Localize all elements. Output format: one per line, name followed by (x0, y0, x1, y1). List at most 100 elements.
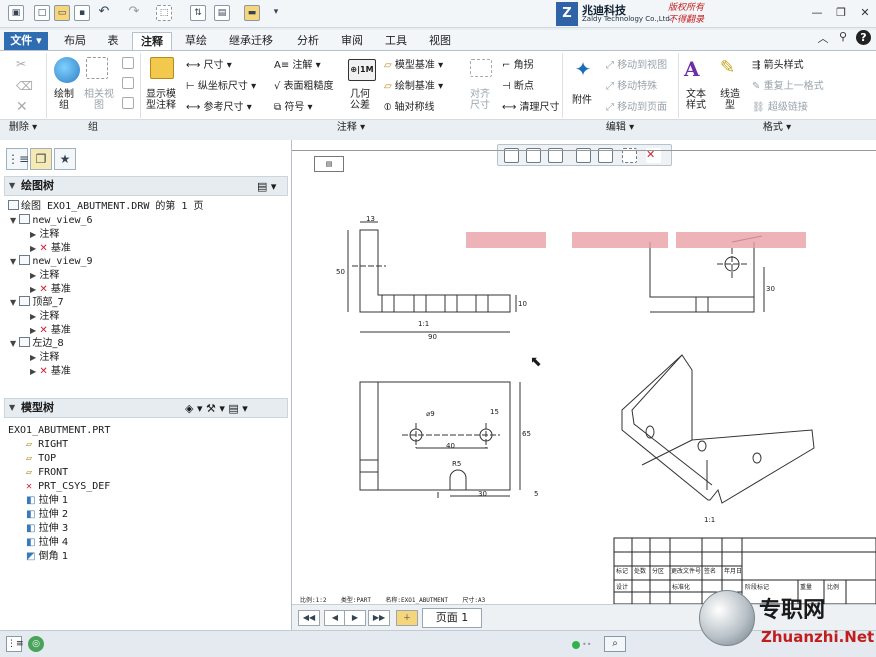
drawing-tree-settings-icon[interactable]: ▤ ▾ (257, 178, 276, 196)
geometric-tolerance-icon[interactable]: ⊕|1M (348, 59, 376, 81)
dim-40[interactable]: 40 (446, 442, 455, 450)
drawing-tree-header[interactable]: ▼ 绘图树 ▤ ▾ (4, 176, 288, 196)
arrow-style-button[interactable]: ⇶ 箭头样式 (752, 56, 804, 71)
model-tree-collapse-icon[interactable]: ▼ (9, 399, 15, 417)
tree-child-item[interactable]: ▶ ✕ 基准 (30, 365, 71, 378)
close-window-icon[interactable]: ▬ (244, 5, 260, 21)
edit-group-label[interactable]: 编辑 ▾ (562, 119, 678, 136)
dim-30[interactable]: 30 (766, 285, 775, 293)
dim-90[interactable]: 90 (428, 333, 437, 341)
window-icon[interactable]: ▤ (214, 5, 230, 21)
delete-icon[interactable]: ✂ (16, 57, 30, 71)
model-tree-item[interactable]: ◧ 拉伸 2 (26, 508, 68, 521)
related-view-button[interactable]: 相关视 图 (84, 89, 114, 111)
next-page-button[interactable]: ▶ (344, 610, 366, 626)
annotation-group-label[interactable]: 注释 ▾ (140, 119, 562, 136)
model-tree-item[interactable]: ◧ 拉伸 3 (26, 522, 68, 535)
find-icon[interactable]: ⌕ (604, 636, 626, 652)
tree-child-item[interactable]: ▶ 注释 (30, 228, 59, 241)
delete-group-label[interactable]: 删除 ▾ (0, 119, 46, 136)
group-tool-icon-2[interactable] (122, 77, 134, 89)
select-box-icon[interactable]: ⬚ (156, 5, 172, 21)
move-to-page-button[interactable]: ⤢ 移动到页面 (606, 98, 667, 113)
repeat-format-button[interactable]: ✎ 重复上一格式 (752, 77, 824, 92)
tree-view-item[interactable]: ▼ new_view_9 (10, 255, 93, 268)
align-dimensions-icon[interactable] (470, 59, 492, 77)
model-tree-item[interactable]: ▱ TOP (26, 452, 56, 465)
model-tree-item[interactable]: ▱ FRONT (26, 466, 68, 479)
align-dimensions-button[interactable]: 对齐 尺寸 (470, 89, 490, 111)
tab-review[interactable]: 审阅 (332, 32, 372, 50)
minimize-icon[interactable]: — (808, 6, 826, 20)
layers-tab-icon[interactable]: ❐ (30, 148, 52, 170)
previous-page-button[interactable]: ◀ (324, 610, 346, 626)
dimension-button[interactable]: ⟷ 尺寸 ▾ (186, 56, 232, 71)
move-special-button[interactable]: ⤢ 移动特殊 (606, 77, 657, 92)
help-icon[interactable]: ? (856, 30, 871, 45)
geometric-tolerance-button[interactable]: 几何 公差 (350, 89, 370, 111)
attachment-icon[interactable]: ✦ (570, 57, 596, 83)
undo-icon[interactable]: ↶ (96, 5, 112, 21)
ordinate-dimension-button[interactable]: ⊢ 纵坐标尺寸 ▾ (186, 77, 256, 92)
dim-r5[interactable]: R5 (452, 460, 461, 468)
breakpoint-button[interactable]: ⊣ 断点 (502, 77, 534, 92)
restore-icon[interactable]: ❐ (832, 6, 850, 20)
save-icon[interactable]: ▪ (74, 5, 90, 21)
tree-tab-icon[interactable]: ⋮≡ (6, 148, 29, 170)
group-tool-icon-1[interactable] (122, 57, 134, 69)
model-datum-button[interactable]: ▱ 模型基准 ▾ (384, 56, 443, 71)
tab-annotate[interactable]: 注释 (132, 32, 172, 50)
model-tree-item[interactable]: ▱ RIGHT (26, 438, 68, 451)
ribbon-collapse-icon[interactable]: ︿ (814, 30, 832, 45)
format-group-label[interactable]: 格式 ▾ (678, 119, 876, 136)
axis-symmetry-button[interactable]: ⦶ 轴对称线 (384, 98, 434, 113)
tab-tools[interactable]: 工具 (376, 32, 416, 50)
open-file-icon[interactable]: ▭ (54, 5, 70, 21)
model-tree-tools-icon[interactable]: ◈ ▾ ⚒ ▾ ▤ ▾ (185, 400, 248, 418)
tab-legacy-migration[interactable]: 继承迁移 (220, 32, 282, 50)
tree-child-item[interactable]: ▶ 注释 (30, 269, 59, 282)
tree-child-item[interactable]: ▶ ✕ 基准 (30, 324, 71, 337)
first-page-button[interactable]: ◀◀ (298, 610, 320, 626)
show-model-annotation-icon[interactable] (150, 57, 174, 79)
drawing-tree-root[interactable]: 绘图 EXO1_ABUTMENT.DRW 的第 1 页 (8, 200, 203, 213)
page-1-tab[interactable]: 页面 1 (422, 608, 482, 628)
new-page-icon[interactable]: ＋ (396, 610, 418, 626)
last-page-button[interactable]: ▶▶ (368, 610, 390, 626)
tab-file[interactable]: 文件 ▾ (4, 32, 48, 50)
attachment-button[interactable]: 附件 (572, 91, 592, 106)
hyperlink-button[interactable]: ⛓ 超级链接 (752, 98, 808, 113)
isometric-view[interactable] (621, 354, 815, 504)
model-tree-item[interactable]: ◧ 拉伸 1 (26, 494, 68, 507)
drawing-tree-collapse-icon[interactable]: ▼ (9, 177, 15, 195)
model-tree-root[interactable]: EXO1_ABUTMENT.PRT (8, 424, 110, 437)
draw-datum-button[interactable]: ▱ 绘制基准 ▾ (384, 77, 443, 92)
top-view[interactable] (359, 381, 521, 498)
symbol-button[interactable]: ⧉ 符号 ▾ (274, 98, 313, 113)
text-style-button[interactable]: 文本 样式 (686, 89, 706, 111)
dim-phi9[interactable]: ⌀9 (426, 410, 435, 418)
reference-dimension-button[interactable]: ⟷ 参考尺寸 ▾ (186, 98, 252, 113)
line-style-icon[interactable]: ✎ (720, 57, 742, 81)
tree-child-item[interactable]: ▶ ✕ 基准 (30, 283, 71, 296)
dim-65[interactable]: 65 (522, 430, 531, 438)
regenerate-icon[interactable]: ⇅ (190, 5, 206, 21)
dim-5[interactable]: 5 (534, 490, 538, 498)
corner-button[interactable]: ⌐ 角拐 (502, 56, 534, 71)
tree-child-item[interactable]: ▶ 注释 (30, 351, 59, 364)
close-icon[interactable]: ✕ (856, 6, 874, 20)
quick-access-dropdown-icon[interactable]: ▾ (268, 5, 284, 21)
favorites-tab-icon[interactable]: ★ (54, 148, 76, 170)
group-tool-icon-3[interactable] (122, 97, 134, 109)
search-icon[interactable]: ⚲ (834, 30, 852, 44)
tree-child-item[interactable]: ▶ ✕ 基准 (30, 242, 71, 255)
dim-50[interactable]: 50 (336, 268, 345, 276)
tree-view-item[interactable]: ▼ 左边_8 (10, 337, 64, 350)
text-style-icon[interactable]: A (684, 57, 710, 81)
redo-icon[interactable]: ↷ (126, 5, 142, 21)
draw-group-icon[interactable] (54, 57, 80, 83)
draw-group-button[interactable]: 绘制 组 (54, 89, 74, 111)
model-tree-item[interactable]: ◩ 倒角 1 (26, 550, 68, 563)
toggle-navigator-icon[interactable]: ⋮≡ (6, 636, 24, 652)
line-style-button[interactable]: 线造 型 (720, 89, 740, 111)
